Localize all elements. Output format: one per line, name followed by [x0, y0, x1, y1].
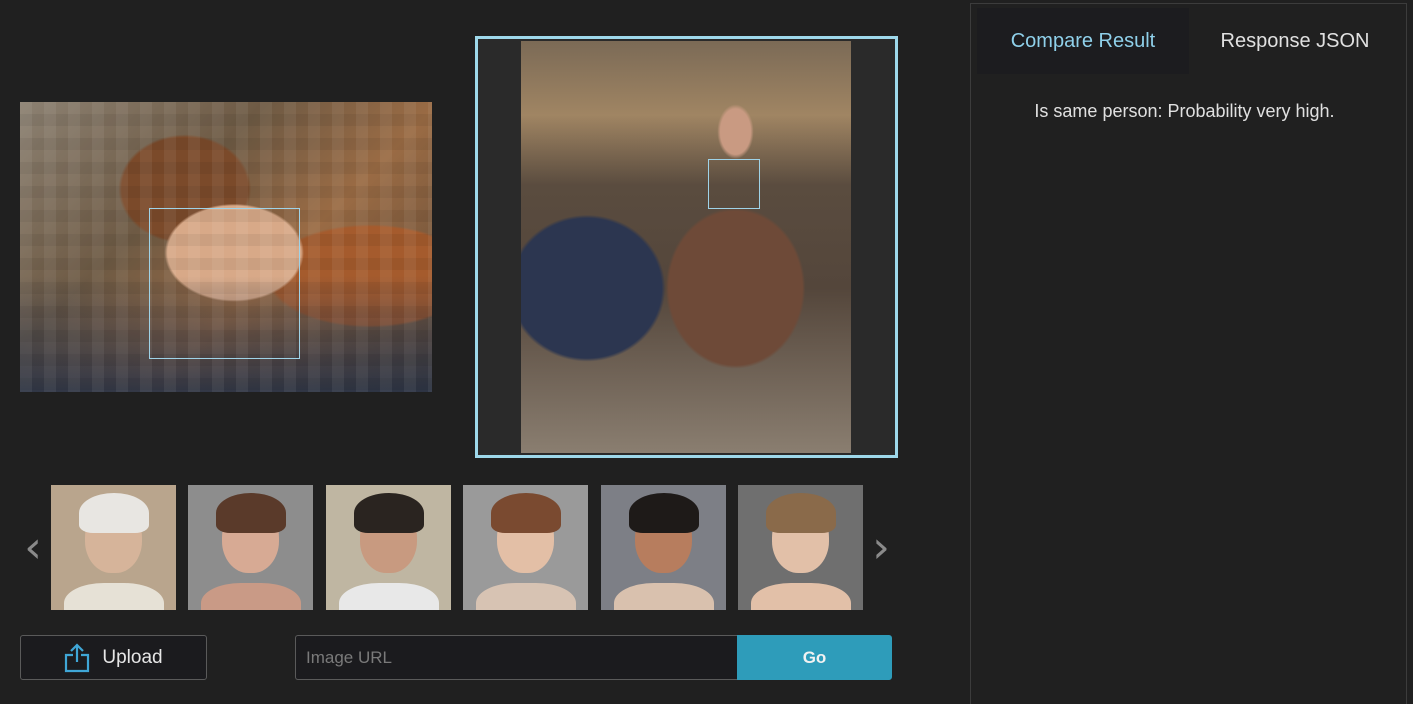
image-url-input[interactable]	[295, 635, 737, 680]
upload-button-label: Upload	[102, 646, 163, 668]
carousel-next-arrow-icon[interactable]: ›	[868, 524, 894, 572]
thumbnail-hair	[765, 492, 836, 533]
thumbnail-body	[613, 582, 714, 610]
thumbnail-hair	[628, 492, 699, 533]
thumbnail-hair	[215, 492, 286, 533]
thumbnail-hair	[78, 492, 149, 533]
thumbnail-hair	[353, 492, 424, 533]
tab-compare-result[interactable]: Compare Result	[977, 8, 1189, 74]
target-face-image[interactable]	[521, 41, 851, 453]
sample-thumbnail-5[interactable]	[601, 485, 726, 610]
sample-thumbnail-4[interactable]	[463, 485, 588, 610]
tab-response-json[interactable]: Response JSON	[1189, 8, 1401, 74]
thumbnail-hair	[490, 492, 561, 533]
carousel-prev-arrow-icon[interactable]: ‹	[20, 524, 46, 572]
thumbnail-body	[475, 582, 576, 610]
thumbnail-body	[750, 582, 851, 610]
upload-icon	[64, 642, 90, 673]
thumbnail-body	[200, 582, 301, 610]
sample-thumbnails	[51, 485, 863, 610]
go-button[interactable]: Go	[737, 635, 892, 680]
source-face-detection-box	[149, 208, 300, 359]
target-face-detection-box	[708, 159, 760, 209]
upload-button[interactable]: Upload	[20, 635, 207, 680]
sample-thumbnail-2[interactable]	[188, 485, 313, 610]
compare-result-text: Is same person: Probability very high.	[1034, 101, 1335, 121]
thumbnail-body	[338, 582, 439, 610]
sample-thumbnail-6[interactable]	[738, 485, 863, 610]
sample-thumbnail-3[interactable]	[326, 485, 451, 610]
thumbnail-body	[63, 582, 164, 610]
sample-thumbnail-1[interactable]	[51, 485, 176, 610]
